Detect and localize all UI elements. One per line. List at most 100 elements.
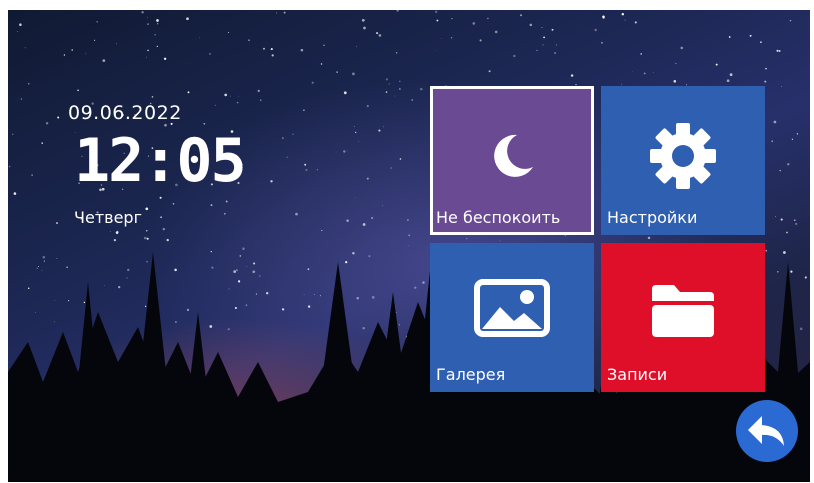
star <box>146 17 148 19</box>
star <box>295 212 298 216</box>
star <box>434 10 438 14</box>
star <box>479 39 482 42</box>
star <box>300 48 304 52</box>
star <box>376 32 379 35</box>
star <box>305 168 308 172</box>
star <box>160 216 162 219</box>
star <box>529 23 533 27</box>
back-button[interactable] <box>736 400 798 462</box>
star <box>411 99 414 101</box>
star <box>228 32 230 33</box>
star <box>796 133 799 135</box>
star <box>27 82 30 85</box>
star <box>292 133 294 135</box>
star <box>673 80 677 83</box>
star <box>543 36 545 39</box>
star <box>551 28 554 31</box>
star <box>343 91 347 95</box>
gear-icon <box>650 123 716 189</box>
home-screen: 09.06.2022 12:05 Четверг Не беспокоить Н… <box>8 10 810 482</box>
star <box>199 37 200 39</box>
star <box>96 21 98 23</box>
settings-tile[interactable]: Настройки <box>601 86 765 235</box>
moon-icon <box>494 134 533 177</box>
star <box>594 28 597 32</box>
star <box>154 34 156 36</box>
star <box>779 169 781 172</box>
star <box>283 11 286 14</box>
star <box>388 83 390 85</box>
star <box>778 50 781 52</box>
star <box>257 89 260 93</box>
star <box>24 47 26 49</box>
star <box>303 109 305 112</box>
star <box>316 169 318 171</box>
star <box>11 133 14 136</box>
star <box>230 95 231 97</box>
star <box>451 17 453 20</box>
star <box>399 80 401 83</box>
star <box>356 46 357 48</box>
star <box>263 47 265 50</box>
star <box>17 31 19 32</box>
star <box>390 167 392 169</box>
star <box>621 13 624 16</box>
star <box>366 105 369 108</box>
settings-label: Настройки <box>607 208 698 227</box>
star <box>680 46 684 50</box>
star <box>172 203 175 205</box>
date-display: 09.06.2022 <box>68 102 182 124</box>
star <box>542 44 544 46</box>
star <box>236 101 239 104</box>
star <box>276 12 277 14</box>
star <box>793 219 796 222</box>
star <box>541 26 543 29</box>
star <box>378 129 381 132</box>
records-label: Записи <box>607 365 668 384</box>
do-not-disturb-label: Не беспокоить <box>436 208 561 227</box>
star <box>436 19 439 22</box>
records-tile[interactable]: Записи <box>601 243 765 392</box>
star <box>151 96 154 98</box>
star <box>420 87 423 91</box>
star <box>63 54 66 56</box>
star <box>487 17 489 20</box>
star <box>156 19 159 22</box>
star <box>311 81 314 84</box>
picture-icon <box>474 279 550 337</box>
star <box>519 14 523 17</box>
star <box>159 196 162 199</box>
star <box>366 177 369 180</box>
star <box>395 52 398 54</box>
star <box>653 72 654 73</box>
star <box>715 63 718 66</box>
star <box>773 120 777 124</box>
do-not-disturb-tile[interactable]: Не беспокоить <box>430 86 594 235</box>
star <box>147 49 149 52</box>
star <box>513 54 516 58</box>
star <box>570 74 574 77</box>
star <box>270 48 273 51</box>
star <box>787 163 790 166</box>
star <box>156 45 158 47</box>
star <box>286 156 288 158</box>
star <box>760 41 762 44</box>
star <box>771 140 774 143</box>
star <box>399 158 402 160</box>
gallery-tile[interactable]: Галерея <box>430 243 594 392</box>
star <box>157 23 159 25</box>
star <box>163 57 167 60</box>
star <box>780 218 783 221</box>
star <box>399 88 401 90</box>
star <box>94 39 96 41</box>
star <box>749 34 752 37</box>
star <box>116 43 118 45</box>
star <box>208 52 212 55</box>
star <box>378 34 382 37</box>
star <box>765 67 767 70</box>
star <box>85 52 87 54</box>
star <box>282 137 284 139</box>
star <box>436 49 438 51</box>
weekday-display: Четверг <box>74 208 142 227</box>
star <box>224 212 226 215</box>
